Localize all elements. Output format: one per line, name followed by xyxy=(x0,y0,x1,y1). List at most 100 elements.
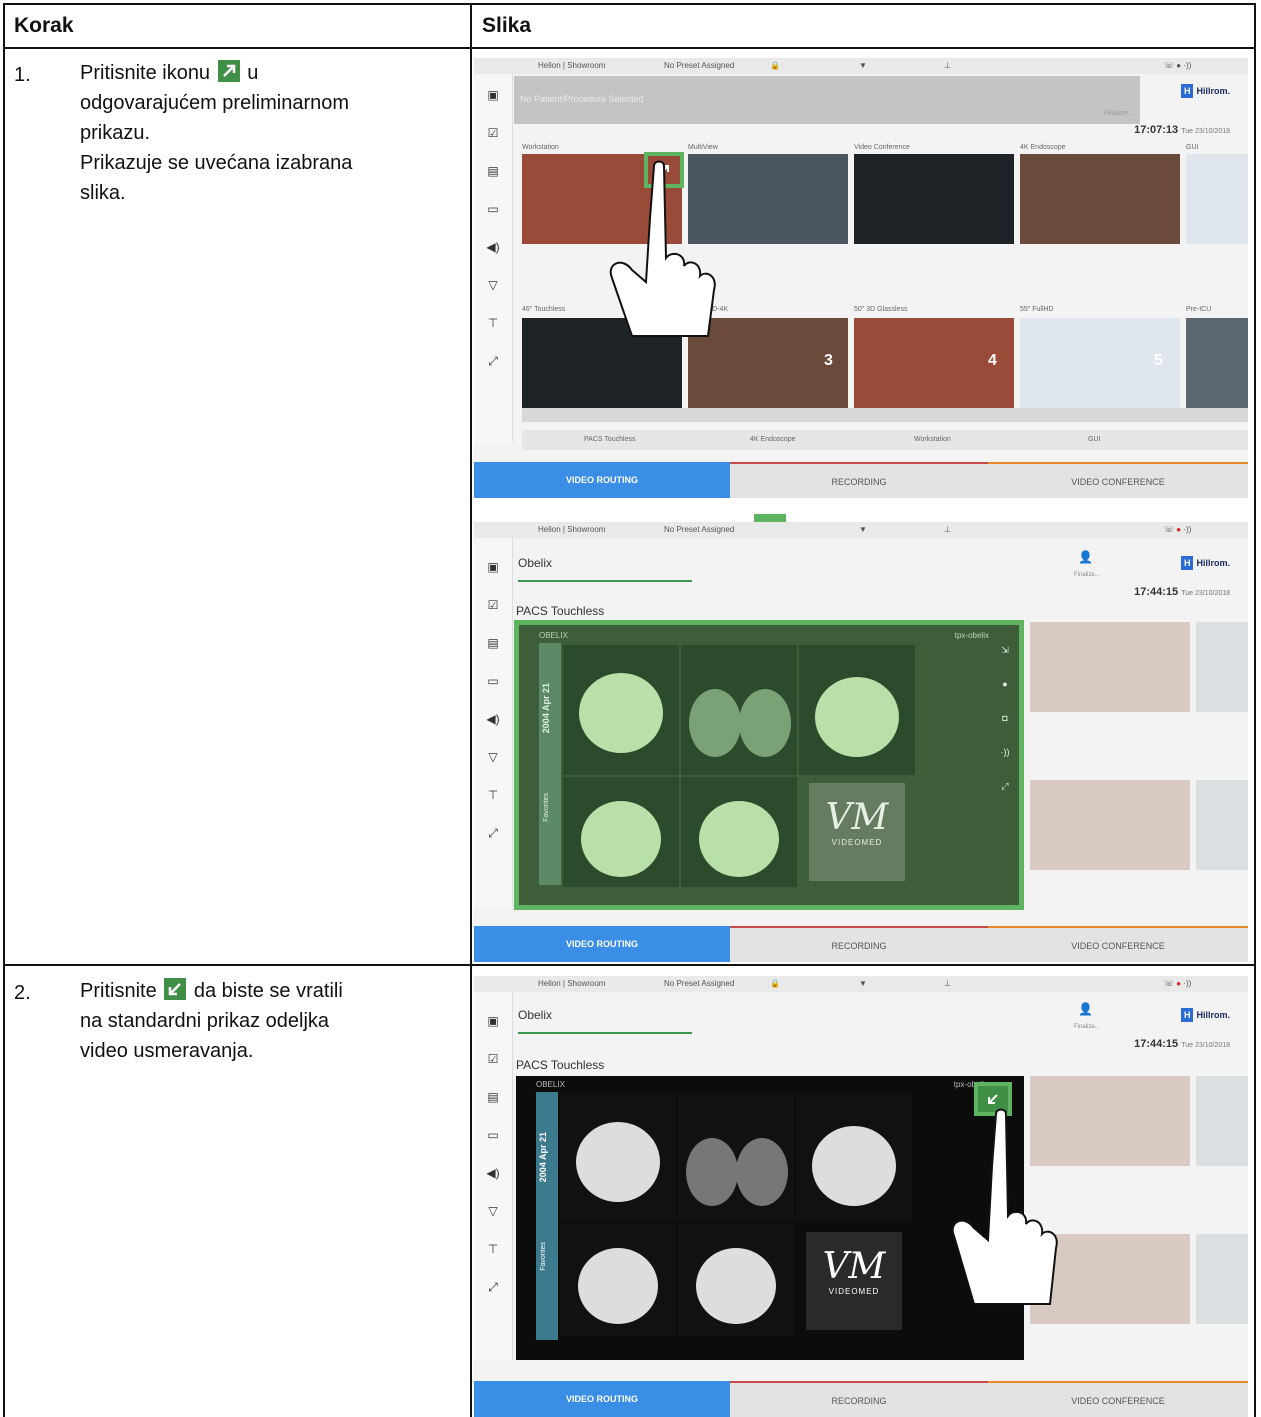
patient-name[interactable]: No Patient/Procedure Selected xyxy=(520,94,644,104)
camera-icon[interactable]: ◘ xyxy=(997,701,1013,735)
patient-underline xyxy=(518,1032,692,1034)
table-border xyxy=(1254,3,1256,1417)
monitor-icon[interactable]: ▭ xyxy=(485,1128,501,1142)
videomed-mark: VM xyxy=(822,1246,886,1287)
phone-icon[interactable]: ☏ ● ·)) xyxy=(1164,525,1191,534)
videomed-logo: VM VIDEOMED xyxy=(806,1232,902,1330)
tab-recording[interactable]: RECORDING xyxy=(730,462,988,498)
phone-icon[interactable]: ☏ ● ·)) xyxy=(1164,979,1191,988)
patient-card-icon[interactable]: ▣ xyxy=(485,88,501,102)
pacs-tools: ⇲ ● ◘ ·)) ⤢ xyxy=(997,633,1013,803)
header-step: Korak xyxy=(14,14,74,37)
ct-image[interactable] xyxy=(560,1094,676,1222)
monitor-icon[interactable]: ▭ xyxy=(485,674,501,688)
tab-video-routing[interactable]: VIDEO ROUTING xyxy=(474,462,730,498)
chevron-down-icon[interactable]: ▼ xyxy=(859,979,867,988)
light-icon[interactable]: ▽ xyxy=(485,750,501,764)
bottom-tabs: VIDEO ROUTING RECORDING VIDEO CONFERENCE xyxy=(474,926,1248,962)
tab-video-conference[interactable]: VIDEO CONFERENCE xyxy=(988,1381,1248,1417)
table-icon[interactable]: ⊥ xyxy=(944,61,951,70)
videomed-text: VIDEOMED xyxy=(831,838,883,847)
bottom-tabs: VIDEO ROUTING RECORDING VIDEO CONFERENCE xyxy=(474,462,1248,498)
checklist-icon[interactable]: ☑ xyxy=(485,126,501,140)
patient-name[interactable]: Obelix xyxy=(518,1008,552,1022)
ct-image[interactable] xyxy=(563,777,679,887)
table-icon[interactable]: ⊥ xyxy=(944,979,951,988)
stack-icon[interactable]: ▤ xyxy=(485,1090,501,1104)
light-icon[interactable]: ▽ xyxy=(485,278,501,292)
ct-image[interactable] xyxy=(681,645,797,775)
phone-icon[interactable]: ☏ ● ·)) xyxy=(1164,61,1191,70)
patient-name[interactable]: Obelix xyxy=(518,556,552,570)
source-label: MultiView xyxy=(688,144,718,151)
patient-card-icon[interactable]: ▣ xyxy=(485,560,501,574)
ct-image[interactable] xyxy=(560,1224,676,1336)
screenshot-pacs-collapse: Helion | Showroom No Preset Assigned 🔒 ▼… xyxy=(474,976,1248,1417)
ct-image[interactable] xyxy=(796,1094,912,1222)
expand-icon[interactable]: ⤢ xyxy=(485,1280,501,1294)
ct-image[interactable] xyxy=(799,645,915,775)
monitor-tile[interactable] xyxy=(1186,318,1248,408)
lock-icon[interactable]: 🔒 xyxy=(770,61,780,70)
monitor-icon[interactable]: ▭ xyxy=(485,202,501,216)
tab-video-conference[interactable]: VIDEO CONFERENCE xyxy=(988,926,1248,962)
finalize-label[interactable]: Finalize... xyxy=(1104,110,1134,117)
source-tile[interactable] xyxy=(854,154,1014,244)
tab-video-conference[interactable]: VIDEO CONFERENCE xyxy=(988,462,1248,498)
light-icon[interactable]: ▽ xyxy=(485,1204,501,1218)
videomed-logo: VM VIDEOMED xyxy=(809,783,905,881)
ct-image[interactable] xyxy=(563,645,679,775)
operating-table-icon[interactable]: ⊤ xyxy=(485,1242,501,1256)
viewer-name: OBELIX xyxy=(536,1080,565,1089)
source-label: Workstation xyxy=(522,144,559,151)
faded-tile xyxy=(1196,780,1248,870)
record-dot-icon[interactable]: ● xyxy=(997,667,1013,701)
user-check-icon[interactable]: 👤 xyxy=(1078,1002,1093,1016)
speaker-icon[interactable]: ◀) xyxy=(485,1166,501,1180)
tab-video-routing[interactable]: VIDEO ROUTING xyxy=(474,926,730,962)
stack-icon[interactable]: ▤ xyxy=(485,636,501,650)
ct-image[interactable] xyxy=(678,1224,794,1336)
monitor-number: 4 xyxy=(988,352,997,369)
patient-card-icon[interactable]: ▣ xyxy=(485,1014,501,1028)
location-label: Helion | Showroom xyxy=(538,525,606,534)
expand-icon[interactable]: ⤢ xyxy=(485,826,501,840)
table-border xyxy=(470,3,472,1417)
expand-icon[interactable]: ⤢ xyxy=(485,354,501,368)
source-tile[interactable] xyxy=(1186,154,1248,244)
audio-icon[interactable]: ·)) xyxy=(997,735,1013,769)
clock: 17:44:15 Tue 23/10/2018 xyxy=(1134,1038,1230,1050)
operating-table-icon[interactable]: ⊤ xyxy=(485,316,501,330)
pacs-header: OBELIX tpx-obelix xyxy=(539,631,989,640)
finalize-label[interactable]: Finalize... xyxy=(1074,1024,1100,1030)
tab-recording[interactable]: RECORDING xyxy=(730,926,988,962)
chevron-down-icon[interactable]: ▼ xyxy=(859,61,867,70)
time: 17:44:15 xyxy=(1134,586,1179,598)
ct-image[interactable] xyxy=(678,1094,794,1222)
time: 17:07:13 xyxy=(1134,124,1179,136)
source-tile[interactable] xyxy=(1020,154,1180,244)
tab-video-routing[interactable]: VIDEO ROUTING xyxy=(474,1381,730,1417)
speaker-icon[interactable]: ◀) xyxy=(485,240,501,254)
viewer-user: tpx-obelix xyxy=(954,631,989,640)
collapse-icon[interactable]: ⇲ xyxy=(997,633,1013,667)
ct-image[interactable] xyxy=(681,777,797,887)
expanded-pacs-view[interactable]: OBELIX tpx-obelix 2004 Apr 21 Favorites … xyxy=(514,620,1024,910)
stack-icon[interactable]: ▤ xyxy=(485,164,501,178)
finalize-label[interactable]: Finalize... xyxy=(1074,572,1100,578)
tab-recording[interactable]: RECORDING xyxy=(730,1381,988,1417)
collapse-arrow-icon[interactable] xyxy=(986,1092,1000,1106)
view-title: PACS Touchless xyxy=(516,604,605,618)
lock-icon[interactable]: 🔒 xyxy=(770,979,780,988)
resize-icon[interactable]: ⤢ xyxy=(997,769,1013,803)
user-check-icon[interactable]: 👤 xyxy=(1078,550,1093,564)
operating-table-icon[interactable]: ⊤ xyxy=(485,788,501,802)
thumbnail-label: Workstation xyxy=(914,436,951,443)
chevron-down-icon[interactable]: ▼ xyxy=(859,525,867,534)
checklist-icon[interactable]: ☑ xyxy=(485,1052,501,1066)
patient-underline xyxy=(518,580,692,582)
table-icon[interactable]: ⊥ xyxy=(944,525,951,534)
speaker-icon[interactable]: ◀) xyxy=(485,712,501,726)
checklist-icon[interactable]: ☑ xyxy=(485,598,501,612)
videomed-mark: VM xyxy=(825,797,889,838)
